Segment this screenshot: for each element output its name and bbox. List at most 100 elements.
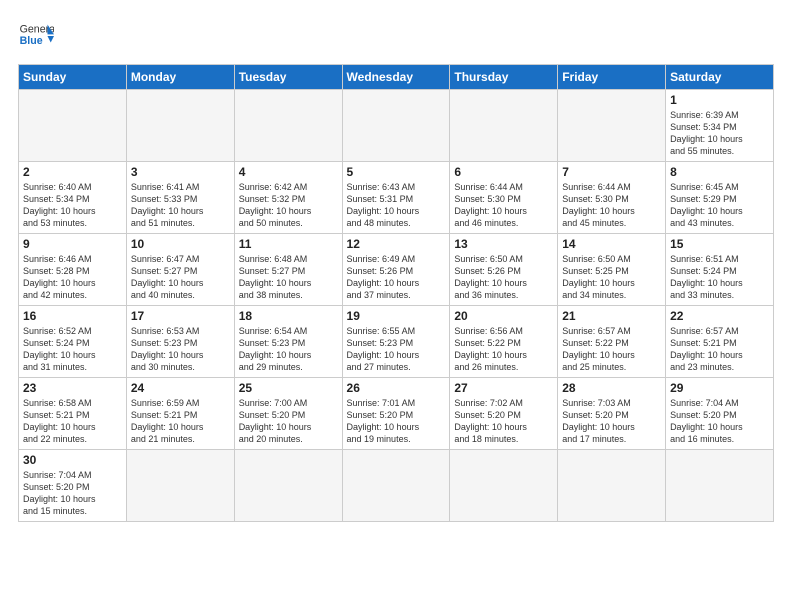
day-number: 24 — [131, 381, 230, 395]
day-info: Sunrise: 6:59 AM Sunset: 5:21 PM Dayligh… — [131, 397, 230, 446]
day-number: 17 — [131, 309, 230, 323]
page: General Blue SundayMondayTuesdayWednesda… — [0, 0, 792, 612]
day-info: Sunrise: 6:52 AM Sunset: 5:24 PM Dayligh… — [23, 325, 122, 374]
day-number: 1 — [670, 93, 769, 107]
weekday-sunday: Sunday — [19, 65, 127, 90]
calendar-cell: 11Sunrise: 6:48 AM Sunset: 5:27 PM Dayli… — [234, 234, 342, 306]
day-number: 22 — [670, 309, 769, 323]
day-info: Sunrise: 7:00 AM Sunset: 5:20 PM Dayligh… — [239, 397, 338, 446]
day-number: 26 — [347, 381, 446, 395]
calendar-cell — [450, 90, 558, 162]
calendar-cell: 28 Sunrise: 7:03 AM Sunset: 5:20 PM Dayli… — [558, 378, 666, 450]
calendar-cell: 1 Sunrise: 6:39 AM Sunset: 5:34 PM Daylig… — [666, 90, 774, 162]
calendar-cell: 3Sunrise: 6:41 AM Sunset: 5:33 PM Daylig… — [126, 162, 234, 234]
calendar-table: SundayMondayTuesdayWednesdayThursdayFrid… — [18, 64, 774, 522]
day-number: 6 — [454, 165, 553, 179]
day-info: Sunrise: 6:58 AM Sunset: 5:21 PM Dayligh… — [23, 397, 122, 446]
calendar-cell: 25Sunrise: 7:00 AM Sunset: 5:20 PM Dayli… — [234, 378, 342, 450]
calendar-cell — [450, 450, 558, 522]
calendar-cell: 6 Sunrise: 6:44 AM Sunset: 5:30 PM Daylig… — [450, 162, 558, 234]
day-info: Sunrise: 7:01 AM Sunset: 5:20 PM Dayligh… — [347, 397, 446, 446]
week-row-2: 9 Sunrise: 6:46 AM Sunset: 5:28 PM Daylig… — [19, 234, 774, 306]
day-number: 12 — [347, 237, 446, 251]
calendar-cell: 2 Sunrise: 6:40 AM Sunset: 5:34 PM Daylig… — [19, 162, 127, 234]
day-number: 16 — [23, 309, 122, 323]
calendar-cell: 19 Sunrise: 6:55 AM Sunset: 5:23 PM Dayli… — [342, 306, 450, 378]
day-info: Sunrise: 6:44 AM Sunset: 5:30 PM Dayligh… — [562, 181, 661, 230]
day-info: Sunrise: 6:39 AM Sunset: 5:34 PM Dayligh… — [670, 109, 769, 158]
calendar-cell — [234, 90, 342, 162]
logo-icon: General Blue — [18, 18, 54, 54]
day-number: 28 — [562, 381, 661, 395]
day-info: Sunrise: 6:46 AM Sunset: 5:28 PM Dayligh… — [23, 253, 122, 302]
day-number: 14 — [562, 237, 661, 251]
day-number: 18 — [239, 309, 338, 323]
day-info: Sunrise: 6:42 AM Sunset: 5:32 PM Dayligh… — [239, 181, 338, 230]
day-number: 15 — [670, 237, 769, 251]
calendar-cell: 15 Sunrise: 6:51 AM Sunset: 5:24 PM Dayli… — [666, 234, 774, 306]
day-number: 4 — [239, 165, 338, 179]
day-number: 27 — [454, 381, 553, 395]
day-info: Sunrise: 7:04 AM Sunset: 5:20 PM Dayligh… — [23, 469, 122, 518]
calendar-cell: 10 Sunrise: 6:47 AM Sunset: 5:27 PM Dayli… — [126, 234, 234, 306]
day-number: 5 — [347, 165, 446, 179]
calendar-cell: 27 Sunrise: 7:02 AM Sunset: 5:20 PM Dayli… — [450, 378, 558, 450]
day-info: Sunrise: 6:50 AM Sunset: 5:26 PM Dayligh… — [454, 253, 553, 302]
day-number: 19 — [347, 309, 446, 323]
calendar-cell — [342, 450, 450, 522]
day-info: Sunrise: 6:40 AM Sunset: 5:34 PM Dayligh… — [23, 181, 122, 230]
day-info: Sunrise: 6:43 AM Sunset: 5:31 PM Dayligh… — [347, 181, 446, 230]
week-row-0: 1 Sunrise: 6:39 AM Sunset: 5:34 PM Daylig… — [19, 90, 774, 162]
day-info: Sunrise: 6:53 AM Sunset: 5:23 PM Dayligh… — [131, 325, 230, 374]
weekday-saturday: Saturday — [666, 65, 774, 90]
calendar-cell — [558, 90, 666, 162]
calendar-cell: 23Sunrise: 6:58 AM Sunset: 5:21 PM Dayli… — [19, 378, 127, 450]
calendar-cell: 16 Sunrise: 6:52 AM Sunset: 5:24 PM Dayli… — [19, 306, 127, 378]
logo: General Blue — [18, 18, 54, 54]
day-info: Sunrise: 6:44 AM Sunset: 5:30 PM Dayligh… — [454, 181, 553, 230]
calendar-cell — [666, 450, 774, 522]
day-info: Sunrise: 6:41 AM Sunset: 5:33 PM Dayligh… — [131, 181, 230, 230]
weekday-wednesday: Wednesday — [342, 65, 450, 90]
day-info: Sunrise: 7:04 AM Sunset: 5:20 PM Dayligh… — [670, 397, 769, 446]
weekday-friday: Friday — [558, 65, 666, 90]
day-number: 2 — [23, 165, 122, 179]
calendar-cell: 18Sunrise: 6:54 AM Sunset: 5:23 PM Dayli… — [234, 306, 342, 378]
calendar-cell: 14 Sunrise: 6:50 AM Sunset: 5:25 PM Dayli… — [558, 234, 666, 306]
weekday-header-row: SundayMondayTuesdayWednesdayThursdayFrid… — [19, 65, 774, 90]
calendar-cell: 12 Sunrise: 6:49 AM Sunset: 5:26 PM Dayli… — [342, 234, 450, 306]
day-info: Sunrise: 6:50 AM Sunset: 5:25 PM Dayligh… — [562, 253, 661, 302]
week-row-5: 30Sunrise: 7:04 AM Sunset: 5:20 PM Dayli… — [19, 450, 774, 522]
week-row-4: 23Sunrise: 6:58 AM Sunset: 5:21 PM Dayli… — [19, 378, 774, 450]
week-row-3: 16 Sunrise: 6:52 AM Sunset: 5:24 PM Dayli… — [19, 306, 774, 378]
day-number: 7 — [562, 165, 661, 179]
day-number: 20 — [454, 309, 553, 323]
day-number: 8 — [670, 165, 769, 179]
day-info: Sunrise: 6:49 AM Sunset: 5:26 PM Dayligh… — [347, 253, 446, 302]
day-info: Sunrise: 6:51 AM Sunset: 5:24 PM Dayligh… — [670, 253, 769, 302]
calendar-cell — [234, 450, 342, 522]
day-info: Sunrise: 6:48 AM Sunset: 5:27 PM Dayligh… — [239, 253, 338, 302]
calendar-cell: 8Sunrise: 6:45 AM Sunset: 5:29 PM Daylig… — [666, 162, 774, 234]
week-row-1: 2 Sunrise: 6:40 AM Sunset: 5:34 PM Daylig… — [19, 162, 774, 234]
calendar-cell: 20Sunrise: 6:56 AM Sunset: 5:22 PM Dayli… — [450, 306, 558, 378]
day-number: 9 — [23, 237, 122, 251]
calendar-cell — [342, 90, 450, 162]
calendar-cell: 9 Sunrise: 6:46 AM Sunset: 5:28 PM Daylig… — [19, 234, 127, 306]
calendar-cell: 13Sunrise: 6:50 AM Sunset: 5:26 PM Dayli… — [450, 234, 558, 306]
calendar-cell — [558, 450, 666, 522]
day-info: Sunrise: 6:55 AM Sunset: 5:23 PM Dayligh… — [347, 325, 446, 374]
calendar-cell — [19, 90, 127, 162]
calendar-cell — [126, 450, 234, 522]
day-info: Sunrise: 7:03 AM Sunset: 5:20 PM Dayligh… — [562, 397, 661, 446]
day-info: Sunrise: 6:47 AM Sunset: 5:27 PM Dayligh… — [131, 253, 230, 302]
day-number: 10 — [131, 237, 230, 251]
calendar-cell: 4 Sunrise: 6:42 AM Sunset: 5:32 PM Daylig… — [234, 162, 342, 234]
day-info: Sunrise: 6:57 AM Sunset: 5:22 PM Dayligh… — [562, 325, 661, 374]
calendar-cell: 24 Sunrise: 6:59 AM Sunset: 5:21 PM Dayli… — [126, 378, 234, 450]
calendar-cell: 30Sunrise: 7:04 AM Sunset: 5:20 PM Dayli… — [19, 450, 127, 522]
svg-text:Blue: Blue — [20, 35, 43, 47]
calendar-cell: 5 Sunrise: 6:43 AM Sunset: 5:31 PM Daylig… — [342, 162, 450, 234]
header: General Blue — [18, 18, 774, 54]
day-info: Sunrise: 7:02 AM Sunset: 5:20 PM Dayligh… — [454, 397, 553, 446]
